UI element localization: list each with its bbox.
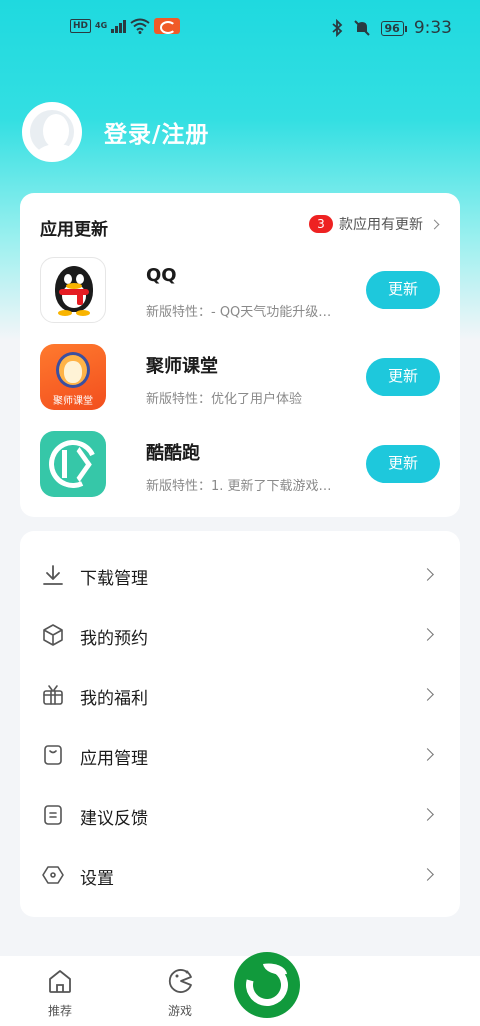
app-update-row-qq[interactable]: QQ 新版特性：- QQ天气功能升级… 更新 bbox=[40, 257, 440, 327]
menu-label: 建议反馈 bbox=[80, 809, 148, 829]
menu-item-feedback[interactable]: 建议反馈 bbox=[20, 785, 460, 845]
app-name: 聚师课堂 bbox=[146, 356, 218, 377]
kukupao-app-icon[interactable] bbox=[40, 431, 106, 497]
app-updates-more-link[interactable]: 3 款应用有更新 bbox=[309, 214, 440, 234]
update-count-badge: 3 bbox=[309, 215, 333, 233]
box-icon bbox=[43, 624, 63, 646]
app-release-notes: 新版特性：- QQ天气功能升级… bbox=[146, 305, 332, 320]
app-release-notes: 新版特性：优化了用户体验 bbox=[146, 392, 303, 407]
menu-item-download-management[interactable]: 下载管理 bbox=[20, 545, 460, 605]
signal-icon bbox=[111, 19, 127, 33]
app-update-row-kukupao[interactable]: 酷酷跑 新版特性：1. 更新了下载游戏… 更新 bbox=[40, 431, 440, 501]
nav-label: 推荐 bbox=[47, 1004, 72, 1018]
app-updates-title: 应用更新 bbox=[40, 220, 108, 240]
nav-tab-games[interactable]: 游戏 bbox=[150, 966, 210, 1019]
update-button[interactable]: 更新 bbox=[366, 271, 440, 309]
home-icon bbox=[49, 970, 71, 993]
app-name: 酷酷跑 bbox=[146, 443, 200, 464]
menu-label: 下载管理 bbox=[80, 569, 148, 589]
chevron-right-icon bbox=[421, 748, 434, 761]
menu-label: 我的预约 bbox=[80, 629, 148, 649]
gift-icon bbox=[43, 685, 63, 705]
avatar[interactable] bbox=[22, 102, 82, 162]
mute-bell-icon bbox=[353, 20, 370, 36]
menu-label: 我的福利 bbox=[80, 689, 148, 709]
menu-label: 设置 bbox=[80, 869, 114, 889]
profile-header[interactable]: 登录/注册 bbox=[22, 102, 209, 162]
notification-app-icon bbox=[154, 18, 181, 34]
update-button[interactable]: 更新 bbox=[366, 445, 440, 483]
settings-icon bbox=[42, 866, 64, 884]
app-release-notes: 新版特性：1. 更新了下载游戏… bbox=[146, 479, 332, 494]
chevron-right-icon bbox=[421, 688, 434, 701]
chevron-right-icon bbox=[421, 868, 434, 881]
hd-badge: HD bbox=[70, 19, 92, 33]
clock: 9:33 bbox=[413, 18, 452, 38]
jushi-app-icon[interactable]: 聚师课堂 bbox=[40, 344, 106, 410]
chevron-right-icon bbox=[429, 219, 440, 229]
nav-tab-recommend[interactable]: 推荐 bbox=[30, 966, 90, 1019]
chevron-right-icon bbox=[421, 808, 434, 821]
avatar-placeholder-icon bbox=[30, 110, 80, 160]
menu-label: 应用管理 bbox=[80, 749, 148, 769]
battery-indicator: 96 bbox=[380, 20, 408, 36]
status-bar: HD 4G 96 9:33 bbox=[0, 0, 480, 56]
menu-item-my-benefits[interactable]: 我的福利 bbox=[20, 665, 460, 725]
bluetooth-icon bbox=[331, 19, 342, 37]
app-update-row-jushi[interactable]: 聚师课堂 聚师课堂 新版特性：优化了用户体验 更新 bbox=[40, 344, 440, 414]
network-type: 4G bbox=[95, 21, 108, 30]
update-button[interactable]: 更新 bbox=[366, 358, 440, 396]
download-icon bbox=[43, 565, 63, 585]
menu-card: 下载管理 我的预约 我的福利 应用管理 建议反馈 设置 bbox=[20, 531, 460, 917]
login-register-link[interactable]: 登录/注册 bbox=[104, 115, 209, 149]
update-summary-text: 款应用有更新 bbox=[339, 217, 423, 233]
game-icon bbox=[168, 969, 192, 993]
menu-item-settings[interactable]: 设置 bbox=[20, 845, 460, 905]
menu-item-my-reservations[interactable]: 我的预约 bbox=[20, 605, 460, 665]
chevron-right-icon bbox=[421, 568, 434, 581]
app-updates-card: 应用更新 3 款应用有更新 QQ 新版特性：- QQ天气功能升级… 更新 聚师课… bbox=[20, 193, 460, 517]
feedback-icon bbox=[44, 805, 62, 825]
chevron-right-icon bbox=[421, 628, 434, 641]
menu-item-app-management[interactable]: 应用管理 bbox=[20, 725, 460, 785]
app-name: QQ bbox=[146, 265, 177, 286]
app-manage-icon bbox=[44, 745, 62, 765]
wifi-icon bbox=[130, 18, 150, 34]
qq-app-icon[interactable] bbox=[40, 257, 106, 323]
leaf-logo-icon[interactable] bbox=[234, 952, 300, 1018]
nav-label: 游戏 bbox=[167, 1004, 192, 1018]
